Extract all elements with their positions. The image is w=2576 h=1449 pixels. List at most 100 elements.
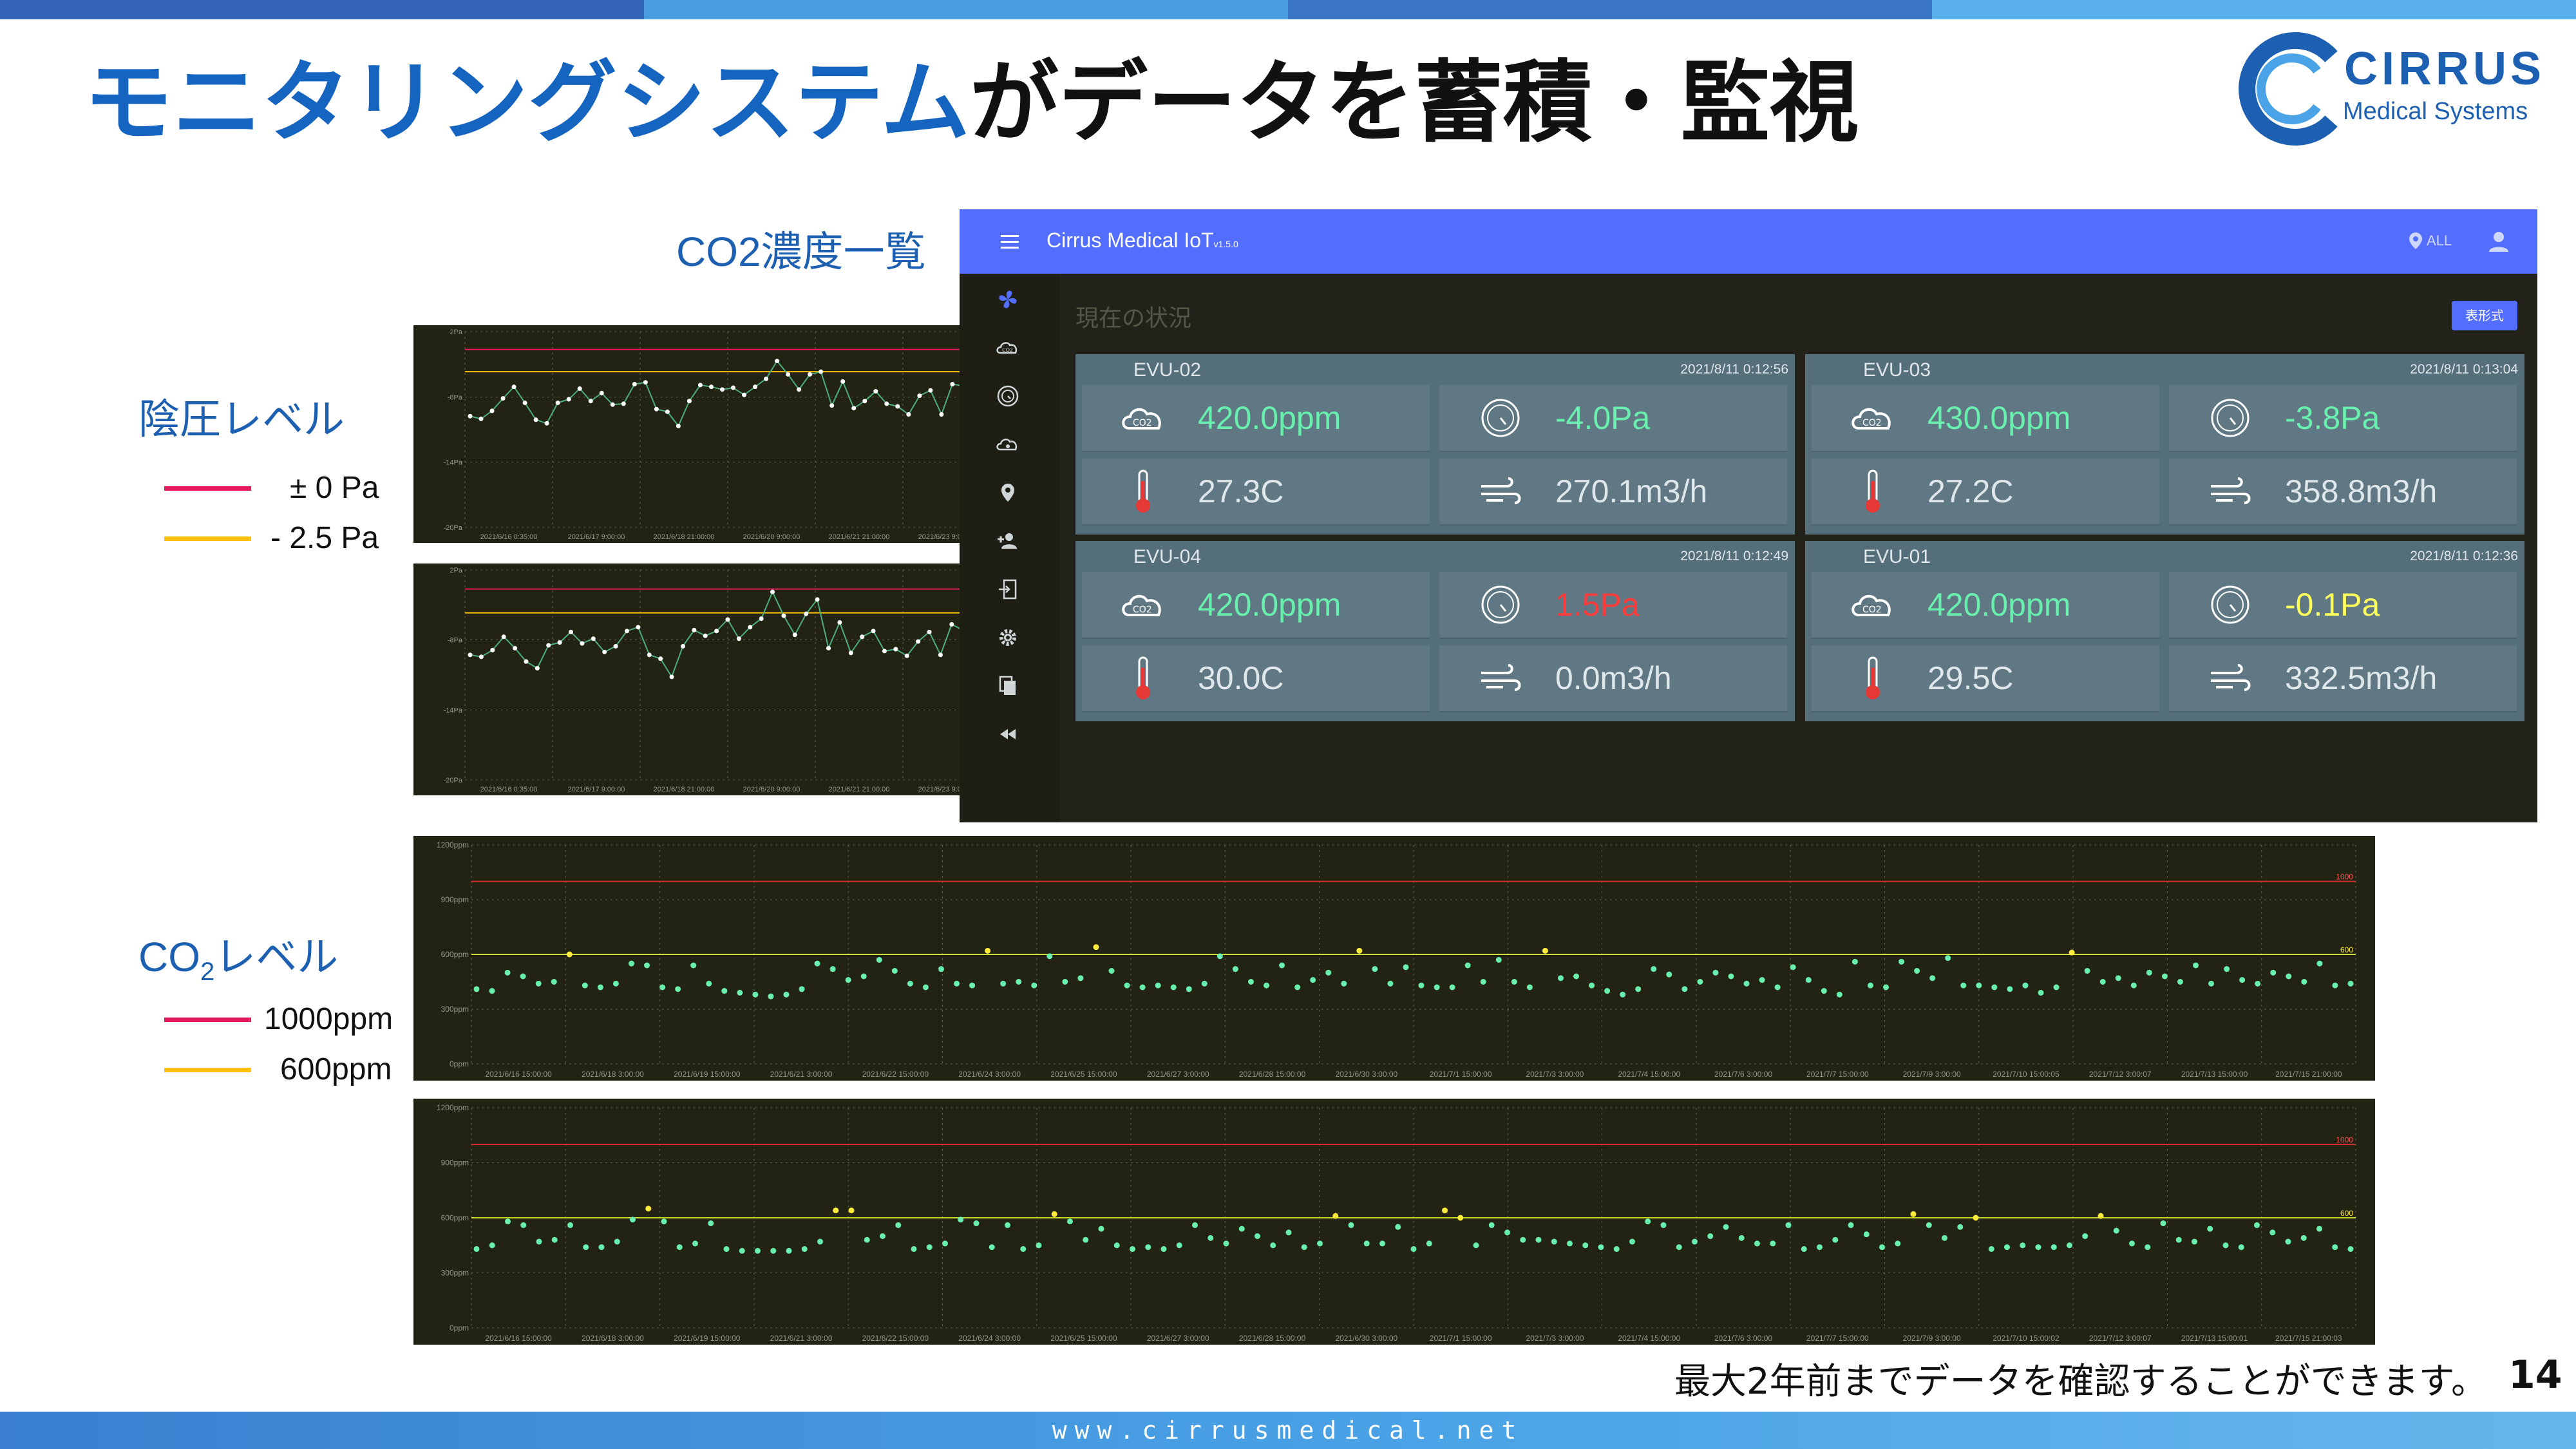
data-point bbox=[1991, 984, 1998, 990]
data-point bbox=[628, 960, 634, 967]
data-point bbox=[1973, 1215, 1979, 1221]
user-account-icon[interactable] bbox=[2486, 229, 2512, 254]
data-point bbox=[748, 625, 753, 630]
y-tick-label: -20Pa bbox=[444, 777, 463, 784]
co2-title-prefix: CO bbox=[138, 934, 200, 980]
data-point bbox=[2161, 973, 2168, 980]
data-point bbox=[2316, 960, 2323, 967]
data-point bbox=[1124, 982, 1130, 989]
data-point bbox=[1387, 980, 1394, 987]
data-point bbox=[1817, 1244, 1823, 1251]
flow-tile: 358.8m3/h bbox=[2169, 459, 2517, 524]
data-point bbox=[630, 1217, 636, 1223]
x-tick-label: 2021/6/27 3:00:00 bbox=[1147, 1334, 1209, 1343]
data-point bbox=[927, 629, 932, 634]
data-point bbox=[1046, 953, 1053, 960]
data-point bbox=[1589, 982, 1595, 989]
x-tick-label: 2021/6/20 9:00:00 bbox=[743, 786, 800, 793]
data-point bbox=[954, 980, 960, 987]
data-point bbox=[1093, 944, 1099, 951]
data-point bbox=[770, 589, 775, 594]
data-point bbox=[1666, 971, 1672, 978]
data-point bbox=[1192, 1222, 1198, 1228]
top-bar-segment bbox=[1932, 0, 2576, 19]
unit-card[interactable]: EVU-02 2021/8/11 0:12:56 CO2 420.0ppm -4.0Pa… bbox=[1075, 354, 1795, 535]
data-point bbox=[614, 1238, 620, 1245]
top-bar-segment bbox=[644, 0, 1288, 19]
y-tick-label: 0ppm bbox=[450, 1059, 469, 1068]
temp-value: 29.5C bbox=[1927, 660, 2014, 696]
data-point bbox=[2053, 984, 2060, 990]
data-point bbox=[567, 1222, 573, 1228]
data-point bbox=[1379, 1240, 1385, 1247]
x-tick-label: 2021/6/21 3:00:00 bbox=[770, 1070, 833, 1079]
data-point bbox=[801, 1245, 808, 1252]
data-point bbox=[755, 1247, 761, 1254]
cirrus-logo-icon bbox=[2239, 32, 2338, 146]
data-point bbox=[2239, 977, 2246, 983]
x-tick-label: 2021/6/21 3:00:00 bbox=[770, 1334, 833, 1343]
data-point bbox=[926, 1244, 933, 1251]
data-point bbox=[1310, 977, 1316, 983]
rewind-icon[interactable] bbox=[995, 721, 1021, 747]
data-point bbox=[1988, 1245, 1994, 1252]
flow-value: 358.8m3/h bbox=[2285, 473, 2438, 509]
co2-icon: CO2 bbox=[1852, 594, 1891, 616]
data-point bbox=[591, 636, 596, 641]
x-tick-label: 2021/6/18 3:00:00 bbox=[582, 1334, 644, 1343]
data-point bbox=[1598, 1244, 1604, 1251]
x-tick-label: 2021/7/3 3:00:00 bbox=[1526, 1334, 1584, 1343]
data-point bbox=[478, 654, 484, 659]
data-point bbox=[2004, 1244, 2010, 1251]
location-selector[interactable]: ALL bbox=[2409, 232, 2452, 250]
unit-card[interactable]: EVU-01 2021/8/11 0:12:36 CO2 420.0ppm -0.1Pa… bbox=[1805, 541, 2524, 721]
temp-tile: 27.3C bbox=[1082, 459, 1430, 524]
data-point bbox=[985, 947, 991, 954]
cirrus-logo: CIRRUS Medical Systems bbox=[2235, 31, 2541, 147]
data-point bbox=[468, 652, 473, 658]
data-point bbox=[1520, 1236, 1526, 1243]
data-point bbox=[2332, 1244, 2338, 1251]
data-point bbox=[2098, 1213, 2104, 1219]
hamburger-menu-icon[interactable] bbox=[998, 230, 1021, 253]
co2-icon[interactable]: CO2 bbox=[995, 335, 1021, 361]
unit-card[interactable]: EVU-03 2021/8/11 0:13:04 CO2 430.0ppm -3.8Pa… bbox=[1805, 354, 2524, 535]
data-point bbox=[612, 980, 619, 987]
settings-icon[interactable] bbox=[995, 625, 1021, 650]
threshold-label: 600 bbox=[2340, 945, 2353, 954]
data-point bbox=[1883, 984, 1889, 990]
data-point bbox=[1852, 958, 1858, 965]
location-pin-icon[interactable] bbox=[995, 480, 1021, 506]
wind-icon bbox=[1481, 477, 1521, 504]
data-point bbox=[687, 399, 692, 404]
data-point bbox=[1279, 962, 1285, 969]
threshold-label: 1000 bbox=[2336, 873, 2353, 882]
gauge-icon[interactable] bbox=[995, 383, 1021, 409]
data-point bbox=[725, 617, 730, 622]
data-point bbox=[1348, 1222, 1354, 1228]
copy-icon[interactable] bbox=[995, 673, 1021, 699]
data-point bbox=[737, 990, 743, 996]
x-tick-label: 2021/7/15 21:00:00 bbox=[2275, 1070, 2342, 1079]
threshold-label: 1000 bbox=[2336, 1135, 2353, 1144]
data-point bbox=[719, 387, 724, 392]
data-point bbox=[1480, 979, 1486, 985]
unit-card[interactable]: EVU-04 2021/8/11 0:12:49 CO2 420.0ppm 1.5Pa 3… bbox=[1075, 541, 1795, 721]
page-number: 14 bbox=[2508, 1352, 2562, 1397]
data-point bbox=[1067, 1218, 1073, 1225]
co2-list-title: CO2濃度一覧 bbox=[676, 229, 926, 275]
data-point bbox=[917, 393, 922, 398]
data-point bbox=[939, 412, 944, 417]
data-point bbox=[829, 966, 836, 972]
svg-text:CO2: CO2 bbox=[1133, 418, 1152, 428]
co2-title-suffix: レベル bbox=[214, 934, 339, 980]
x-tick-label: 2021/7/4 15:00:00 bbox=[1618, 1334, 1680, 1343]
add-user-icon[interactable] bbox=[995, 528, 1021, 554]
login-icon[interactable] bbox=[995, 576, 1021, 602]
wind-icon bbox=[2211, 664, 2251, 691]
co2-cloud-icon[interactable] bbox=[995, 431, 1021, 457]
x-tick-label: 2021/6/16 0:35:00 bbox=[480, 533, 538, 541]
co2-tile: CO2 420.0ppm bbox=[1082, 385, 1430, 451]
table-view-button[interactable]: 表形式 bbox=[2452, 301, 2517, 330]
fan-icon[interactable] bbox=[995, 287, 1021, 312]
